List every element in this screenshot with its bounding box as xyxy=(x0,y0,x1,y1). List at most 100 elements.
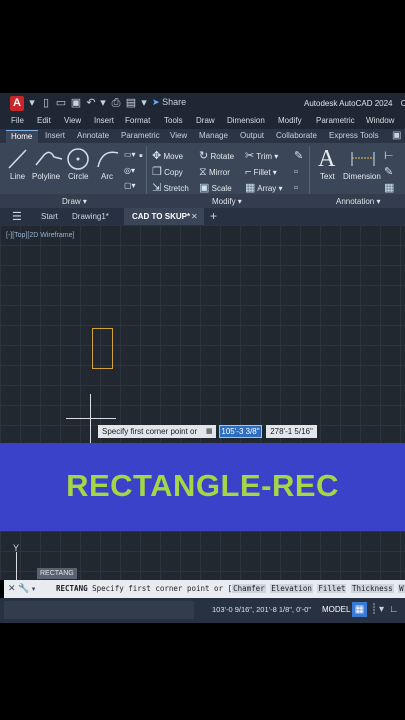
menu-draw[interactable]: Draw xyxy=(196,116,215,125)
tab-output[interactable]: Output xyxy=(240,131,264,140)
region-icon[interactable]: ▢▾ xyxy=(124,181,136,190)
option-elevation[interactable]: Elevation xyxy=(270,584,313,593)
array-button[interactable]: ▦ Array ▾ xyxy=(245,182,283,194)
dynamic-input-x-field[interactable]: 105'-3 3/8" xyxy=(219,425,262,438)
tab-annotate[interactable]: Annotate xyxy=(77,131,109,140)
autocad-logo-icon[interactable]: A xyxy=(10,96,24,111)
text-button[interactable]: Text xyxy=(320,172,335,181)
menu-format[interactable]: Format xyxy=(125,116,150,125)
menu-file[interactable]: File xyxy=(11,116,24,125)
option-thickness[interactable]: Thickness xyxy=(351,584,394,593)
drawn-rectangle[interactable] xyxy=(92,328,113,369)
menu-insert[interactable]: Insert xyxy=(94,116,114,125)
menu-view[interactable]: View xyxy=(64,116,81,125)
option-width[interactable]: W xyxy=(398,584,405,593)
annotation-panel-title[interactable]: Annotation ▾ xyxy=(336,197,381,206)
layout-tabs-area[interactable] xyxy=(4,601,194,619)
draw-tool-icons xyxy=(8,148,119,170)
line-icon xyxy=(8,149,27,169)
undo-icon[interactable]: ↶ xyxy=(85,96,97,110)
tab-drawing1[interactable]: Drawing1* xyxy=(72,212,109,221)
tab-express-tools[interactable]: Express Tools xyxy=(329,131,379,140)
scale-button[interactable]: ▣ Scale xyxy=(199,182,232,194)
dynamic-input-prompt-text: Specify first corner point or xyxy=(102,427,198,436)
dynamic-input-y-field[interactable]: 278'-1 5/16" xyxy=(266,425,317,438)
menu-edit[interactable]: Edit xyxy=(37,116,51,125)
dynamic-input-options-icon[interactable]: ▦ xyxy=(206,427,213,435)
rotate-icon: ↻ xyxy=(199,150,209,162)
circle-button[interactable]: Circle xyxy=(68,172,88,181)
model-space-button[interactable]: MODEL xyxy=(322,605,350,614)
mleader-icon[interactable]: ✎ xyxy=(384,166,393,178)
copy-button[interactable]: ❐ Copy xyxy=(152,166,183,178)
dimension-button[interactable]: Dimension xyxy=(343,172,381,181)
tab-insert[interactable]: Insert xyxy=(45,131,65,140)
tab-collaborate[interactable]: Collaborate xyxy=(276,131,317,140)
crosshair-cursor-vertical xyxy=(90,394,91,443)
app-title: Autodesk AutoCAD 2024 CA xyxy=(304,99,405,108)
customize-icon[interactable]: 🔧 xyxy=(18,583,29,593)
tab-home[interactable]: Home xyxy=(6,130,38,143)
polyline-icon xyxy=(35,151,63,166)
command-history-line: RECTANG xyxy=(37,568,77,579)
new-file-icon[interactable]: ▯ xyxy=(40,96,52,110)
trim-icon: ✂ xyxy=(245,150,255,162)
fillet-button[interactable]: ⌐ Fillet ▾ xyxy=(245,166,277,178)
share-button[interactable]: ➤ Share xyxy=(152,97,186,108)
offset-icon[interactable]: ▫ xyxy=(294,182,298,194)
tab-manage[interactable]: Manage xyxy=(199,131,228,140)
new-tab-plus-icon[interactable]: + xyxy=(210,209,217,223)
tab-start[interactable]: Start xyxy=(41,212,58,221)
ribbon-options-icon[interactable]: ▣ xyxy=(392,130,401,141)
draw-extra-icon[interactable]: ▪ xyxy=(139,150,143,162)
menu-parametric[interactable]: Parametric xyxy=(316,116,355,125)
plot-icon[interactable]: ▤ xyxy=(125,96,137,110)
move-icon: ✥ xyxy=(152,150,162,162)
arc-button[interactable]: Arc xyxy=(101,172,113,181)
leader-icon[interactable]: ⊢ xyxy=(384,150,394,162)
option-fillet[interactable]: Fillet xyxy=(317,584,347,593)
open-folder-icon[interactable]: ▭ xyxy=(55,96,67,110)
cursor-coordinates[interactable]: 103'-0 9/16", 201'-8 1/8", 0'-0" xyxy=(212,605,311,614)
move-button[interactable]: ✥ Move xyxy=(152,150,183,162)
scale-icon: ▣ xyxy=(199,182,210,194)
print-icon[interactable]: ⎙ xyxy=(110,96,122,110)
drawing-canvas[interactable] xyxy=(0,225,405,443)
rotate-button[interactable]: ↻ Rotate xyxy=(199,150,234,162)
snap-mode-icon[interactable]: ┊ xyxy=(371,604,377,615)
line-button[interactable]: Line xyxy=(10,172,25,181)
menu-window[interactable]: Window xyxy=(366,116,394,125)
ucs-icon xyxy=(16,552,17,582)
tab-parametric[interactable]: Parametric xyxy=(121,131,160,140)
stretch-button[interactable]: ⇲ Stretch xyxy=(152,182,189,194)
hamburger-menu-icon[interactable]: ☰ xyxy=(12,210,22,223)
close-tab-icon[interactable]: ✕ xyxy=(191,212,198,221)
menu-tools[interactable]: Tools xyxy=(164,116,183,125)
ortho-mode-icon[interactable]: ∟ xyxy=(389,604,399,615)
modify-panel-title[interactable]: Modify ▾ xyxy=(212,197,242,206)
rectangle-icon[interactable]: ▭▾ xyxy=(124,150,136,159)
polyline-button[interactable]: Polyline xyxy=(32,172,60,181)
snap-dropdown-icon[interactable]: ▾ xyxy=(379,604,384,615)
grid-toggle-icon[interactable]: ▦ xyxy=(352,602,367,617)
quick-access-dropdown-icon[interactable]: ▾ xyxy=(138,96,150,110)
close-icon[interactable]: ✕ xyxy=(8,583,16,593)
save-icon[interactable]: ▣ xyxy=(70,96,82,110)
draw-panel-title[interactable]: Draw ▾ xyxy=(62,197,87,206)
recent-commands-icon[interactable]: ▾ xyxy=(32,586,36,593)
app-menu-chevron-icon[interactable]: ▾ xyxy=(26,96,38,110)
table-icon[interactable]: ▦ xyxy=(384,182,394,194)
command-line-icons[interactable]: ✕ 🔧 ▾ xyxy=(8,583,35,594)
mirror-button[interactable]: ⧖ Mirror xyxy=(199,166,230,178)
menu-dimension[interactable]: Dimension xyxy=(227,116,265,125)
undo-dropdown-icon[interactable]: ▾ xyxy=(97,96,109,110)
hatch-icon[interactable]: ◎▾ xyxy=(124,166,135,175)
viewport-controls[interactable]: [-][Top][2D Wireframe] xyxy=(6,232,74,239)
tab-view[interactable]: View xyxy=(170,131,187,140)
explode-icon[interactable]: ▫ xyxy=(294,166,298,178)
tab-active-label: CAD TO SKUP* xyxy=(132,212,191,221)
menu-modify[interactable]: Modify xyxy=(278,116,302,125)
trim-button[interactable]: ✂ Trim ▾ xyxy=(245,150,278,162)
erase-icon[interactable]: ✎ xyxy=(294,150,303,162)
option-chamfer[interactable]: Chamfer xyxy=(232,584,266,593)
